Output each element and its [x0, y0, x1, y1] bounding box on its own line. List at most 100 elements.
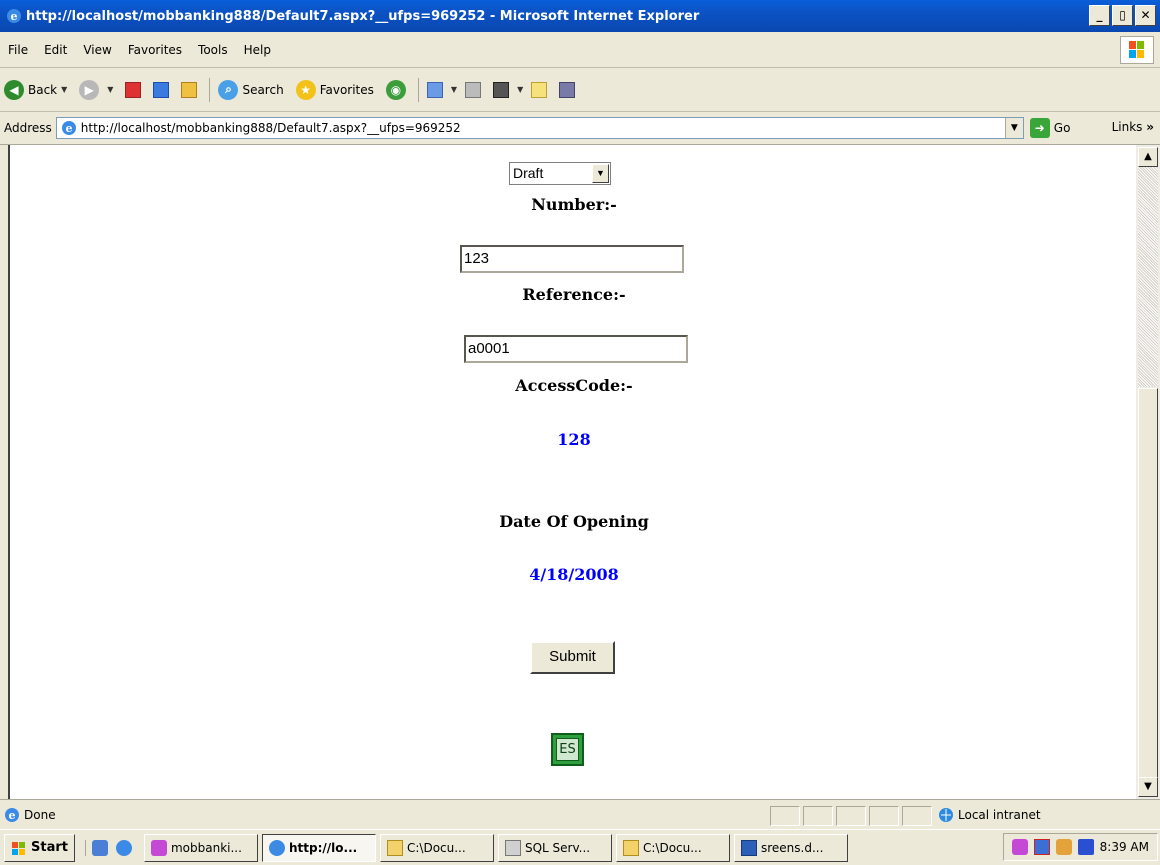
menu-favorites[interactable]: Favorites [128, 43, 182, 57]
menu-file[interactable]: File [8, 43, 28, 57]
reference-label: Reference:- [522, 285, 626, 304]
address-label: Address [4, 121, 52, 135]
search-icon: ⌕ [218, 79, 239, 100]
address-dropdown-icon[interactable]: ▼ [1004, 118, 1023, 138]
windows-logo-icon [1120, 36, 1154, 64]
page-content: Draft ▼ Number:- 123 Reference:- a0001 A… [8, 145, 1136, 799]
task-label: mobbanki... [170, 840, 242, 855]
favorites-label: Favorites [319, 82, 374, 97]
page-icon: e [61, 121, 76, 135]
refresh-icon[interactable] [153, 81, 170, 98]
scroll-thumb[interactable] [1138, 388, 1158, 778]
task-label: C:\Docu... [642, 840, 702, 855]
date-opening-value: 4/18/2008 [529, 565, 619, 584]
go-label: Go [1053, 121, 1071, 135]
word-icon [740, 839, 757, 856]
menu-help[interactable]: Help [244, 43, 271, 57]
task-label: sreens.d... [760, 840, 824, 855]
quicklaunch-ie-icon[interactable] [115, 839, 132, 856]
security-zone: Local intranet [938, 804, 1041, 826]
number-label: Number:- [531, 195, 617, 214]
start-button[interactable]: Start [4, 833, 75, 862]
back-button[interactable]: ◀ Back ▼ [4, 79, 67, 100]
back-arrow-icon: ◀ [4, 79, 24, 100]
page-done-icon: e [5, 807, 19, 822]
address-input[interactable]: e http://localhost/mobbanking888/Default… [55, 117, 1024, 139]
forward-dropdown-icon[interactable]: ▼ [107, 85, 113, 94]
print-icon[interactable] [465, 81, 482, 98]
ie-icon [268, 839, 285, 856]
links-label: Links [1111, 120, 1143, 134]
vertical-scrollbar[interactable]: ▲ ▼ [1136, 145, 1160, 799]
stop-icon[interactable] [125, 81, 142, 98]
number-input[interactable]: 123 [460, 245, 684, 273]
status-panel [803, 806, 833, 826]
task-folder-1[interactable]: C:\Docu... [379, 833, 494, 862]
mail-dropdown-icon[interactable]: ▼ [451, 85, 457, 94]
menu-edit[interactable]: Edit [44, 43, 67, 57]
svg-text:e: e [11, 10, 18, 23]
accesscode-label: AccessCode:- [515, 376, 633, 395]
status-panel [770, 806, 800, 826]
edit-dropdown-icon[interactable]: ▼ [517, 85, 523, 94]
reference-input[interactable]: a0001 [464, 335, 688, 363]
tray-antivirus-icon[interactable] [1077, 839, 1094, 855]
favorites-button[interactable]: ★ Favorites [295, 79, 374, 100]
media-icon[interactable]: ◉ [385, 79, 406, 100]
links-button[interactable]: Links » [1112, 120, 1154, 134]
go-button[interactable]: ➜ Go [1029, 118, 1071, 138]
sql-server-icon [504, 839, 521, 856]
address-url: http://localhost/mobbanking888/Default7.… [80, 121, 461, 135]
menu-tools[interactable]: Tools [198, 43, 228, 57]
type-select[interactable]: Draft ▼ [509, 162, 611, 185]
task-label: C:\Docu... [406, 840, 466, 855]
menu-view[interactable]: View [83, 43, 111, 57]
clock: 8:39 AM [1099, 840, 1149, 854]
folder-icon [622, 839, 639, 856]
toolbar: ◀ Back ▼ ▶ ▼ ⌕ Search ★ Favorites ◉ ▼ ▼ [0, 68, 1160, 112]
research-icon[interactable] [559, 81, 576, 98]
windows-flag-icon [12, 841, 25, 855]
window-title: http://localhost/mobbanking888/Default7.… [26, 8, 700, 24]
window-titlebar[interactable]: e http://localhost/mobbanking888/Default… [0, 0, 1160, 32]
minimize-button[interactable]: _ [1089, 5, 1110, 26]
status-panel [836, 806, 866, 826]
tray-network-icon[interactable] [1033, 839, 1050, 855]
taskbar: Start mobbanki... http://lo... C:\Docu..… [0, 829, 1160, 865]
tray-media-icon[interactable] [1055, 839, 1072, 855]
task-word-doc[interactable]: sreens.d... [733, 833, 848, 862]
forward-button[interactable]: ▶ ▼ [79, 79, 113, 100]
scroll-up-icon[interactable]: ▲ [1138, 147, 1158, 167]
maximize-button[interactable]: ▯ [1112, 5, 1133, 26]
status-panel [902, 806, 932, 826]
tray-app-icon[interactable] [1011, 839, 1028, 855]
ie-icon: e [7, 9, 21, 23]
chevron-down-icon[interactable]: ▼ [592, 164, 609, 183]
back-dropdown-icon[interactable]: ▼ [61, 85, 67, 94]
toolbar-separator [417, 77, 419, 102]
quicklaunch-app-icon[interactable] [91, 839, 108, 856]
task-folder-2[interactable]: C:\Docu... [615, 833, 730, 862]
submit-button[interactable]: Submit [530, 641, 615, 674]
mail-icon[interactable] [426, 81, 443, 98]
task-sql-server[interactable]: SQL Serv... [497, 833, 612, 862]
svg-text:e: e [9, 809, 16, 822]
es-logo-icon: ES [551, 733, 584, 766]
search-label: Search [242, 82, 284, 97]
scroll-down-icon[interactable]: ▼ [1138, 777, 1158, 797]
forward-arrow-icon: ▶ [79, 79, 100, 100]
status-text: Done [24, 807, 56, 822]
scroll-track[interactable] [1138, 167, 1158, 387]
start-label: Start [31, 840, 68, 855]
home-icon[interactable] [181, 81, 198, 98]
vs-icon [150, 839, 167, 856]
close-button[interactable]: ✕ [1135, 5, 1156, 26]
search-button[interactable]: ⌕ Search [218, 79, 284, 100]
edit-icon[interactable] [493, 81, 510, 98]
task-ie-active[interactable]: http://lo... [261, 833, 376, 862]
task-label: http://lo... [288, 840, 358, 855]
task-mobbanking[interactable]: mobbanki... [143, 833, 258, 862]
type-select-value: Draft [513, 165, 544, 181]
system-tray: 8:39 AM [1002, 833, 1158, 861]
discuss-icon[interactable] [531, 81, 548, 98]
